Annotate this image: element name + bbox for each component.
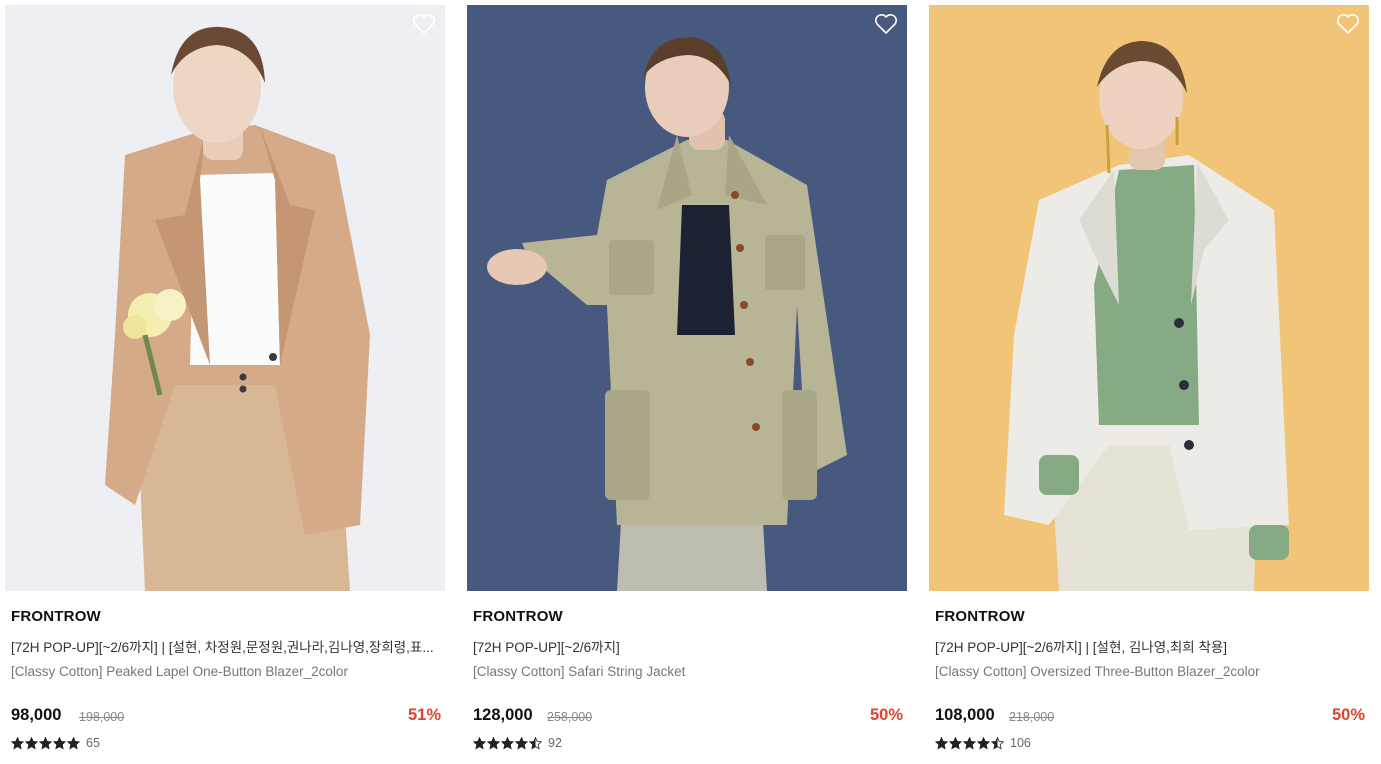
discount-rate: 51% (407, 706, 441, 724)
star-rating (935, 736, 1004, 750)
discount-rate: 50% (869, 706, 903, 724)
product-photo-blazer-ivory (929, 5, 1369, 591)
brand-name[interactable]: FRONTROW (473, 608, 563, 625)
star-full-icon (67, 736, 80, 750)
star-half-icon (991, 736, 1004, 750)
original-price: 218,000 (1009, 710, 1055, 724)
product-image[interactable] (5, 5, 445, 591)
rating: 65 (11, 736, 100, 750)
star-full-icon (963, 736, 976, 750)
star-full-icon (487, 736, 500, 750)
star-full-icon (515, 736, 528, 750)
sale-price: 108,000 (935, 706, 995, 724)
product-image[interactable] (929, 5, 1369, 591)
star-full-icon (501, 736, 514, 750)
original-price: 198,000 (79, 710, 125, 724)
brand-name[interactable]: FRONTROW (935, 608, 1025, 625)
star-full-icon (949, 736, 962, 750)
product-photo-safari-jacket (467, 5, 907, 591)
rating: 106 (935, 736, 1031, 750)
star-full-icon (25, 736, 38, 750)
product-card[interactable]: FRONTROW [72H POP-UP][~2/6까지] [Classy Co… (467, 5, 907, 760)
heart-outline-icon[interactable] (412, 13, 436, 35)
discount-rate: 50% (1331, 706, 1365, 724)
product-photo-blazer-beige (5, 5, 445, 591)
product-image[interactable] (467, 5, 907, 591)
product-name[interactable]: [Classy Cotton] Peaked Lapel One-Button … (11, 664, 439, 679)
price-row: 108,000 218,000 50% (935, 706, 1365, 730)
star-half-icon (529, 736, 542, 750)
star-full-icon (53, 736, 66, 750)
star-rating (473, 736, 542, 750)
original-price: 258,000 (547, 710, 593, 724)
promo-text[interactable]: [72H POP-UP][~2/6까지] | [설현, 차정원,문정원,권나라,… (11, 636, 439, 656)
promo-text[interactable]: [72H POP-UP][~2/6까지] (473, 636, 901, 656)
sale-price: 128,000 (473, 706, 533, 724)
review-count: 92 (548, 736, 562, 750)
product-name[interactable]: [Classy Cotton] Safari String Jacket (473, 664, 901, 679)
star-full-icon (11, 736, 24, 750)
price-row: 128,000 258,000 50% (473, 706, 903, 730)
promo-text[interactable]: [72H POP-UP][~2/6까지] | [설현, 김나영,최희 착용] (935, 636, 1363, 656)
price-row: 98,000 198,000 51% (11, 706, 441, 730)
star-full-icon (977, 736, 990, 750)
brand-name[interactable]: FRONTROW (11, 608, 101, 625)
review-count: 65 (86, 736, 100, 750)
heart-outline-icon[interactable] (874, 13, 898, 35)
star-full-icon (39, 736, 52, 750)
sale-price: 98,000 (11, 706, 62, 724)
product-name[interactable]: [Classy Cotton] Oversized Three-Button B… (935, 664, 1363, 679)
product-card[interactable]: FRONTROW [72H POP-UP][~2/6까지] | [설현, 차정원… (5, 5, 445, 760)
review-count: 106 (1010, 736, 1031, 750)
rating: 92 (473, 736, 562, 750)
heart-outline-icon[interactable] (1336, 13, 1360, 35)
product-grid: FRONTROW [72H POP-UP][~2/6까지] | [설현, 차정원… (0, 0, 1381, 764)
star-rating (11, 736, 80, 750)
product-card[interactable]: FRONTROW [72H POP-UP][~2/6까지] | [설현, 김나영… (929, 5, 1369, 760)
star-full-icon (935, 736, 948, 750)
star-full-icon (473, 736, 486, 750)
